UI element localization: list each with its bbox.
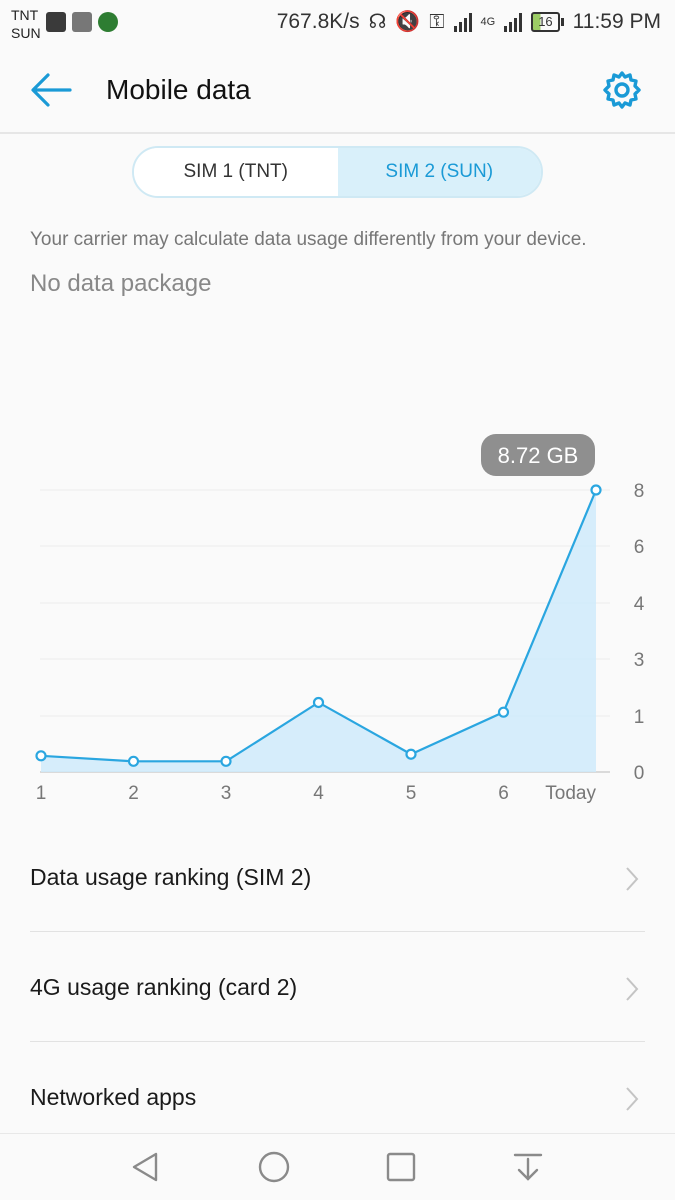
chevron-right-icon — [626, 977, 639, 1001]
data-point — [497, 706, 510, 718]
y-tick-label: 3 — [634, 650, 645, 671]
data-usage-ranking-item[interactable]: Data usage ranking (SIM 2) — [0, 822, 675, 932]
gear-icon[interactable] — [602, 70, 642, 110]
usage-area — [41, 490, 596, 772]
4g-usage-ranking-item[interactable]: 4G usage ranking (card 2) — [0, 932, 675, 1042]
tab-sim-2[interactable]: SIM 2 (SUN) — [337, 148, 541, 196]
app-header: Mobile data — [0, 46, 675, 134]
chevron-right-icon — [626, 867, 639, 891]
y-tick-label: 4 — [634, 594, 645, 615]
battery-level: 16 — [531, 12, 560, 32]
x-tick-label: 1 — [36, 783, 47, 804]
vpn-key-icon: ⚿ — [429, 11, 445, 33]
list-item-label: Data usage ranking (SIM 2) — [30, 864, 312, 890]
x-tick-label: Today — [545, 783, 596, 804]
status-bar: TNT SUN 767.8K/s ☊ 🔇 ⚿ 4G 16 11:59 PM — [0, 0, 675, 46]
mute-icon: 🔇 — [395, 11, 421, 33]
signal-1-icon — [453, 12, 472, 32]
y-tick-label: 8 — [634, 481, 645, 502]
nav-home-icon[interactable] — [257, 1150, 291, 1184]
carrier-labels: TNT SUN — [11, 6, 41, 42]
x-tick-label: 6 — [498, 783, 509, 804]
x-tick-label: 2 — [128, 783, 139, 804]
status-right: 767.8K/s ☊ 🔇 ⚿ 4G 16 11:59 PM — [277, 10, 661, 34]
usage-callout-label: 8.72 GB — [498, 443, 579, 468]
chevron-right-icon — [626, 1087, 639, 1111]
x-tick-label: 3 — [221, 783, 232, 804]
list-item-label: 4G usage ranking (card 2) — [30, 974, 298, 1000]
carrier-1: TNT — [11, 7, 39, 23]
network-speed: 767.8K/s — [276, 10, 360, 33]
nav-notifications-icon[interactable] — [511, 1150, 545, 1184]
nav-back-icon[interactable] — [128, 1150, 162, 1184]
x-tick-label: 4 — [313, 783, 324, 804]
data-point — [312, 696, 325, 709]
usage-chart: 0 1 3 4 6 8 1 2 3 4 5 6 Today 8.72 GB — [35, 434, 645, 804]
navigation-bar — [0, 1133, 675, 1200]
sim-icon — [72, 12, 92, 32]
battery-icon: 16 — [531, 12, 564, 32]
y-tick-label: 0 — [634, 763, 645, 784]
carrier-notice: Your carrier may calculate data usage di… — [30, 229, 587, 250]
sim-tabs: SIM 1 (TNT) SIM 2 (SUN) — [132, 146, 543, 198]
clock: 11:59 PM — [572, 10, 661, 33]
data-point — [590, 484, 602, 496]
y-tick-label: 1 — [634, 707, 645, 728]
data-point — [127, 755, 140, 767]
download-icon — [46, 12, 66, 32]
data-point — [405, 748, 417, 760]
list-item-label: Networked apps — [30, 1084, 197, 1110]
signal-2-icon — [504, 12, 523, 32]
network-type: 4G — [480, 15, 496, 28]
package-status: No data package — [30, 270, 212, 297]
page-title: Mobile data — [106, 74, 251, 105]
x-tick-label: 5 — [406, 783, 417, 804]
vpn-shield-icon — [98, 12, 118, 32]
data-point — [35, 750, 47, 762]
back-arrow-icon[interactable] — [30, 72, 72, 108]
y-tick-label: 6 — [634, 537, 645, 558]
tab-sim-1[interactable]: SIM 1 (TNT) — [134, 148, 338, 196]
data-point — [220, 755, 232, 767]
notification-icons — [46, 12, 118, 32]
headset-icon: ☊ — [368, 11, 387, 33]
carrier-2: SUN — [11, 25, 41, 41]
nav-recents-icon[interactable] — [384, 1150, 418, 1184]
